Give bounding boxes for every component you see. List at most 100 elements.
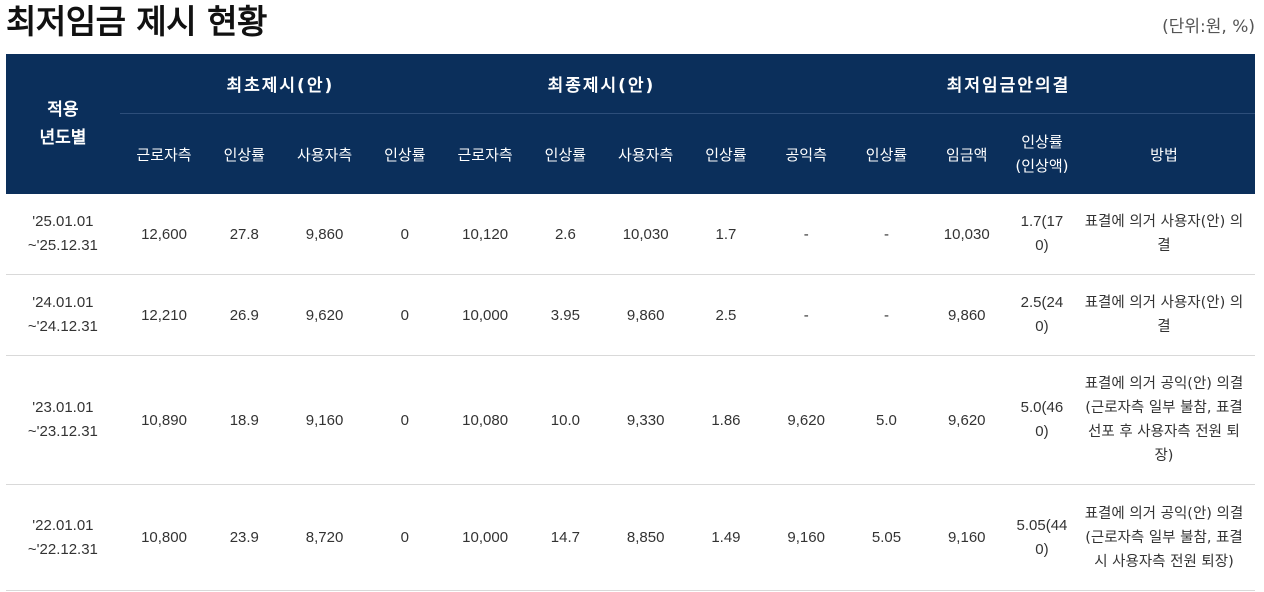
header-sub: 근로자측: [440, 113, 530, 194]
value-cell: 10.0: [529, 355, 602, 485]
value-cell: 9,620: [762, 355, 851, 485]
value-cell: 8,850: [601, 484, 690, 591]
value-cell: 10,800: [119, 484, 209, 591]
table-row: '24.01.01 ~'24.12.31 12,210 26.9 9,620 0 …: [6, 274, 1255, 356]
method-line: 장): [1154, 448, 1174, 464]
page-title: 최저임금 제시 현황: [6, 2, 267, 41]
table-row: '22.01.01 ~'22.12.31 10,800 23.9 8,720 0 …: [6, 484, 1255, 591]
header-sub: 근로자측: [119, 113, 209, 194]
value-cell: 10,080: [440, 355, 530, 485]
value-cell: 27.8: [208, 194, 281, 275]
value-cell: 9,160: [922, 484, 1011, 591]
method-line: 시 사용자측 전원 퇴장): [1094, 553, 1234, 570]
header-rate-line1: 인상률: [1021, 133, 1063, 151]
method-line: 선포 후 사용자측 전원 퇴: [1088, 424, 1240, 440]
header-sub: 사용자측: [601, 113, 690, 194]
period-cell: '24.01.01 ~'24.12.31: [6, 274, 120, 356]
period-end: ~'25.12.31: [27, 237, 98, 254]
value-cell: 12,600: [119, 194, 209, 275]
value-cell: 10,000: [440, 274, 530, 356]
value-cell: 10,890: [119, 355, 209, 485]
period-cell: '25.01.01 ~'25.12.31: [6, 194, 120, 275]
header-resolution: 최저임금안의결: [762, 54, 1255, 114]
value-cell: 9,160: [280, 355, 369, 485]
header-sub: 임금액: [922, 113, 1011, 194]
value-cell: 1.7: [689, 194, 762, 275]
value-cell: 9,620: [922, 355, 1011, 485]
table-row: '25.01.01 ~'25.12.31 12,600 27.8 9,860 0 …: [6, 194, 1255, 275]
method-line: 결: [1157, 238, 1171, 254]
value-cell: 10,030: [922, 194, 1011, 275]
header-initial-proposal: 최초제시(안): [119, 54, 441, 114]
rate-line: 0): [1035, 423, 1049, 440]
value-cell: -: [762, 274, 851, 356]
value-cell: 10,120: [440, 194, 530, 275]
method-cell: 표결에 의거 사용자(안) 의결: [1072, 274, 1255, 356]
method-cell: 표결에 의거 공익(안) 의결 (근로자측 일부 불참, 표결선포 후 사용자측 …: [1072, 355, 1255, 485]
rate-line: 0): [1035, 540, 1049, 558]
rate-line: 2.5(24: [1020, 294, 1064, 311]
header-year: 적용 년도별: [6, 54, 120, 194]
value-cell: 18.9: [208, 355, 281, 485]
period-cell: '23.01.01 ~'23.12.31: [6, 355, 120, 485]
header-sub: 인상률: [208, 113, 281, 194]
header-year-line1: 적용: [47, 100, 79, 120]
method-line: (근로자측 일부 불참, 표결: [1085, 529, 1243, 546]
period-end: ~'23.12.31: [27, 423, 98, 440]
rate-line: 0): [1035, 237, 1049, 254]
value-cell: 10,030: [601, 194, 690, 275]
rate-line: 5.05(44: [1016, 516, 1068, 534]
rate-line: 0): [1035, 318, 1049, 335]
value-cell: 9,620: [280, 274, 369, 356]
value-cell: 10,000: [440, 484, 530, 591]
value-cell: -: [850, 274, 923, 356]
rate-cell: 5.05(44 0): [1010, 484, 1073, 591]
period-start: '22.01.01: [32, 516, 94, 534]
period-cell: '22.01.01 ~'22.12.31: [6, 484, 120, 591]
header-year-line2: 년도별: [39, 128, 87, 148]
header-rate-line2: (인상액): [1015, 157, 1069, 175]
value-cell: -: [850, 194, 923, 275]
minimum-wage-table: 적용 년도별 최초제시(안) 최종제시(안) 최저임금안의결 근로자측 인상률 …: [6, 54, 1255, 591]
value-cell: 3.95: [529, 274, 602, 356]
method-line: 결: [1157, 319, 1171, 335]
value-cell: 2.6: [529, 194, 602, 275]
header-sub: 사용자측: [280, 113, 369, 194]
value-cell: 14.7: [529, 484, 602, 591]
header-sub: 공익측: [762, 113, 851, 194]
method-line: 표결에 의거 공익(안) 의결: [1084, 376, 1244, 392]
method-line: (근로자측 일부 불참, 표결: [1085, 400, 1243, 416]
header-sub: 인상률: [529, 113, 602, 194]
value-cell: 8,720: [280, 484, 369, 591]
table-row: '23.01.01 ~'23.12.31 10,890 18.9 9,160 0 …: [6, 355, 1255, 485]
period-end: ~'22.12.31: [27, 540, 98, 558]
method-cell: 표결에 의거 공익(안) 의결 (근로자측 일부 불참, 표결시 사용자측 전원 …: [1072, 484, 1255, 591]
value-cell: 5.0: [850, 355, 923, 485]
period-start: '25.01.01: [32, 213, 94, 230]
method-line: 표결에 의거 사용자(안) 의: [1084, 214, 1244, 230]
method-cell: 표결에 의거 사용자(안) 의결: [1072, 194, 1255, 275]
period-start: '24.01.01: [32, 294, 94, 311]
value-cell: -: [762, 194, 851, 275]
value-cell: 1.49: [689, 484, 762, 591]
rate-cell: 5.0(46 0): [1010, 355, 1073, 485]
header-sub: 인상률: [850, 113, 923, 194]
method-line: 표결에 의거 사용자(안) 의: [1084, 295, 1244, 311]
method-line: 표결에 의거 공익(안) 의결: [1084, 505, 1244, 522]
value-cell: 9,860: [280, 194, 369, 275]
rate-line: 5.0(46: [1020, 399, 1064, 416]
value-cell: 9,860: [601, 274, 690, 356]
value-cell: 0: [368, 484, 441, 591]
value-cell: 2.5: [689, 274, 762, 356]
value-cell: 9,330: [601, 355, 690, 485]
value-cell: 9,160: [762, 484, 851, 591]
value-cell: 5.05: [850, 484, 923, 591]
value-cell: 26.9: [208, 274, 281, 356]
rate-cell: 2.5(24 0): [1010, 274, 1073, 356]
header-sub: 인상률: [368, 113, 441, 194]
value-cell: 23.9: [208, 484, 281, 591]
value-cell: 9,860: [922, 274, 1011, 356]
header-method: 방법: [1072, 113, 1255, 194]
header-final-proposal: 최종제시(안): [440, 54, 762, 114]
value-cell: 1.86: [689, 355, 762, 485]
